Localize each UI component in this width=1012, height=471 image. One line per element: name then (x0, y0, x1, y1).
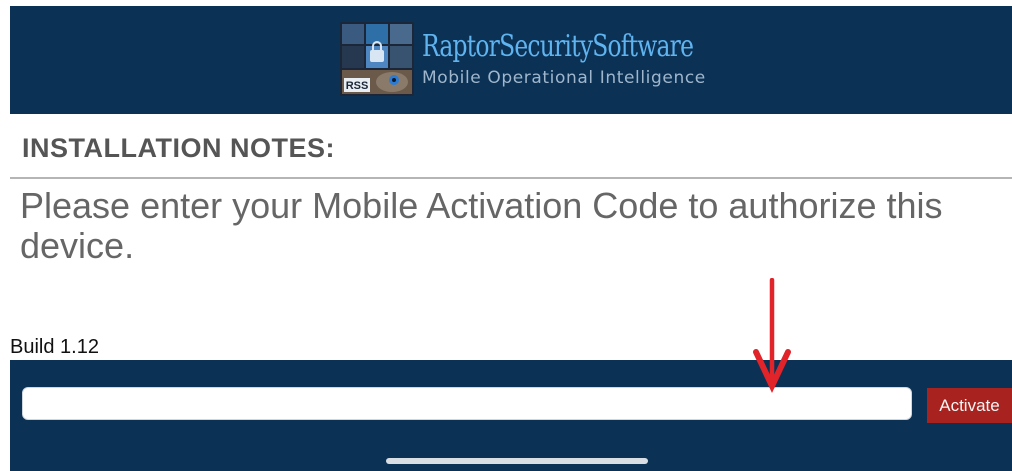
logo-badge: RSS (346, 80, 369, 92)
logo-image-icon: RSS (340, 22, 414, 96)
activate-button[interactable]: Activate (927, 388, 1012, 423)
build-label: Build 1.12 (10, 336, 99, 358)
activation-screen: RSS RaptorSecuritySoftware Mobile Operat… (0, 0, 1012, 471)
activation-bar: Activate (10, 360, 1012, 471)
notes-body: Please enter your Mobile Activation Code… (20, 185, 943, 266)
notes-title: INSTALLATION NOTES: (22, 133, 335, 163)
brand-name: RaptorSecuritySoftware (422, 29, 694, 64)
brand-tagline: Mobile Operational Intelligence (422, 68, 706, 88)
app-header: RSS RaptorSecuritySoftware Mobile Operat… (10, 6, 1012, 114)
down-arrow-icon (753, 278, 791, 394)
section-divider (10, 177, 1012, 179)
home-indicator (386, 458, 648, 464)
app-logo: RSS (340, 22, 414, 96)
